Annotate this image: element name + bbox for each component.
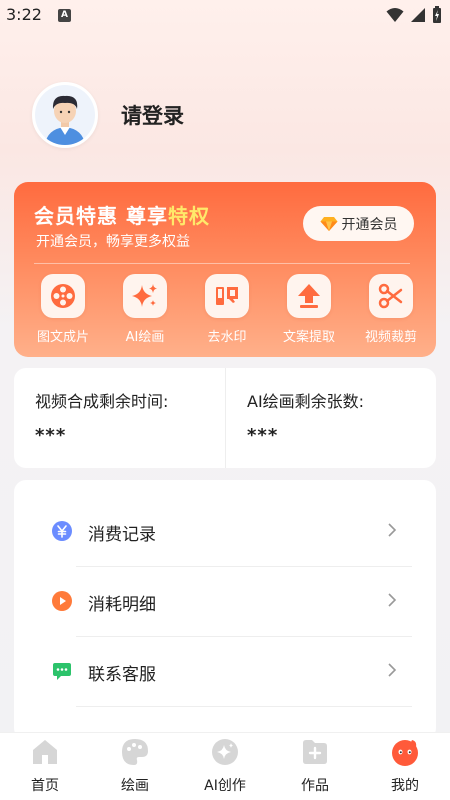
menu-item-usage-details[interactable]: 消耗明细 [14,566,436,636]
vip-title: 会员特惠 尊享特权 [34,200,210,229]
upload-icon [298,284,320,308]
feature-icon-box [123,274,167,318]
feature-label: 去水印 [207,330,247,345]
feature-remove-watermark[interactable]: 去水印 [186,274,268,345]
vip-features: 图文成片 AI绘画 去水印 文案提取 视频裁剪 [14,274,436,345]
scissors-icon [378,283,403,309]
feature-icon-box [205,274,249,318]
vip-divider [34,263,410,264]
stamp-icon [216,287,238,305]
feature-ai-painting[interactable]: AI绘画 [104,274,186,345]
chat-icon [53,663,71,680]
tab-mine[interactable]: 我的 [360,733,450,800]
feature-label: 文案提取 [282,330,335,345]
feature-label: 图文成片 [36,330,89,345]
feature-icon-box [369,274,413,318]
menu-item-customer-service[interactable]: 联系客服 [14,636,436,706]
vip-title-text: 会员特惠 尊享 [34,204,168,228]
ai-create-icon [212,739,238,765]
menu-label: 联系客服 [88,665,156,685]
signal-icon [411,8,425,22]
tab-label: 作品 [301,778,329,794]
menu-card: 消费记录 消耗明细 联系客服 [14,480,436,740]
feature-label: AI绘画 [125,330,165,345]
works-icon [303,740,327,764]
tab-label: 首页 [31,778,59,794]
status-bar: 3:22 A [0,0,450,32]
stat-label: 视频合成剩余时间: [35,392,169,411]
notification-badge: A [58,9,71,22]
feature-video-crop[interactable]: 视频裁剪 [350,274,432,345]
tab-label: 我的 [391,778,419,794]
tab-works[interactable]: 作品 [270,733,360,800]
menu-item-consumption-records[interactable]: 消费记录 [14,496,436,566]
menu-divider [76,706,412,707]
open-membership-label: 开通会员 [341,216,398,233]
tab-painting[interactable]: 绘画 [90,733,180,800]
stat-value: *** [35,425,67,446]
menu-label: 消费记录 [88,525,156,545]
film-reel-icon [51,284,75,308]
tab-label: AI创作 [204,778,246,794]
diamond-icon [320,216,337,231]
stats-card: 视频合成剩余时间: *** AI绘画剩余张数: *** [14,368,436,468]
avatar[interactable] [32,82,98,148]
home-icon [33,740,57,764]
vip-title-highlight: 特权 [167,204,210,228]
stat-video-time: 视频合成剩余时间: *** [14,368,225,468]
login-prompt[interactable]: 请登录 [121,100,184,130]
tab-home[interactable]: 首页 [0,733,90,800]
vip-subtitle: 开通会员，畅享更多权益 [36,234,190,250]
yen-icon [52,521,72,541]
tab-label: 绘画 [121,778,149,794]
palette-icon [122,739,148,765]
chevron-right-icon [388,663,397,677]
feature-icon-box [287,274,331,318]
profile-icon [392,740,418,766]
stat-ai-count: AI绘画剩余张数: *** [225,368,436,468]
play-icon [52,591,72,611]
sparkle-icon [132,284,157,307]
feature-text-extract[interactable]: 文案提取 [268,274,350,345]
bottom-tab-bar: 首页 绘画 AI创作 作品 我的 [0,732,450,800]
wifi-icon [386,8,404,22]
vip-card: 会员特惠 尊享特权 开通会员，畅享更多权益 开通会员 图文成片 AI绘画 去水印… [14,182,436,357]
chevron-right-icon [388,523,397,537]
feature-label: 视频裁剪 [364,330,417,345]
stat-value: *** [247,425,279,446]
user-avatar-icon [35,85,95,145]
status-icons [386,6,442,24]
feature-picture-video[interactable]: 图文成片 [22,274,104,345]
stat-label: AI绘画剩余张数: [247,392,365,411]
chevron-right-icon [388,593,397,607]
open-membership-button[interactable]: 开通会员 [303,206,414,241]
battery-icon [433,6,441,23]
tab-ai-create[interactable]: AI创作 [180,733,270,800]
menu-label: 消耗明细 [88,595,156,615]
status-time: 3:22 [6,5,42,24]
feature-icon-box [41,274,85,318]
